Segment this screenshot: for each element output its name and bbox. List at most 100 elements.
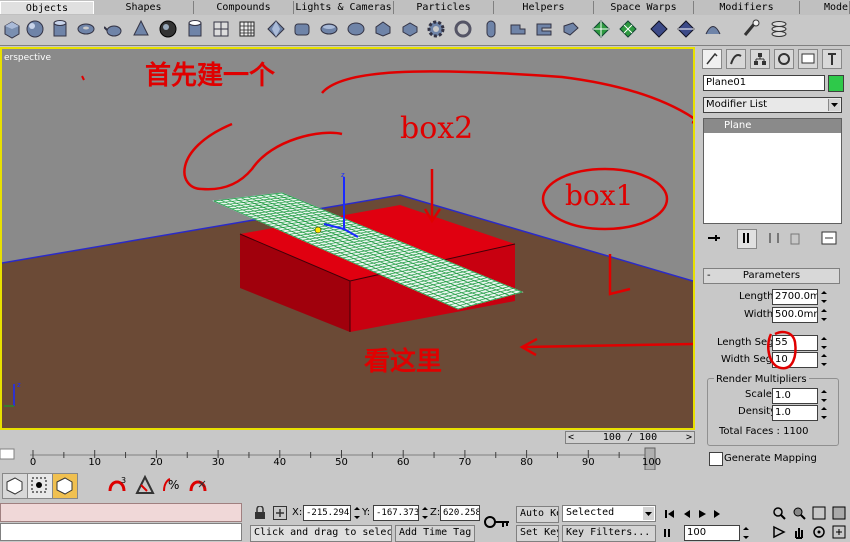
tab-compounds[interactable]: Compounds [194,1,294,14]
modifier-list-dropdown[interactable]: Modifier List [703,97,842,113]
l-ext-icon[interactable] [507,18,529,40]
hedra-icon[interactable] [265,18,287,40]
length-segs-spinner[interactable] [819,336,828,350]
plane-grid-icon[interactable] [236,18,258,40]
play-icon[interactable] [696,508,708,523]
stack-item-plane[interactable]: Plane [704,119,841,133]
c-ext-icon[interactable] [533,18,555,40]
cone-icon[interactable] [130,18,152,40]
percent-snap-icon[interactable]: % [160,473,184,497]
window-crossing-icon[interactable] [52,473,78,499]
set-key-icon[interactable] [483,512,511,535]
generate-mapping-checkbox[interactable] [709,452,723,466]
show-end-result-icon[interactable] [737,229,757,249]
utilities-tab-icon[interactable] [822,49,842,69]
next-key-icon[interactable] [712,508,724,523]
pyramid-icon[interactable] [210,18,232,40]
torus-knot-icon[interactable] [617,18,639,40]
zoom-icon[interactable] [772,506,786,523]
time-slider[interactable]: < 100 / 100 > [565,431,695,444]
prism-icon[interactable] [590,18,612,40]
scale-spinner[interactable] [819,389,828,403]
x-coord-field[interactable]: -215.294 [303,505,351,521]
perspective-viewport[interactable]: z z erspective 首先建一个 box2 box1 看这里 [0,47,695,430]
gengon-icon[interactable] [372,18,394,40]
tab-helpers[interactable]: Helpers [494,1,594,14]
tab-mode[interactable]: Mode [800,1,850,14]
gear-icon[interactable] [425,18,447,40]
spindle-icon[interactable] [399,18,421,40]
pan-hand-icon[interactable] [792,525,806,542]
tab-particles[interactable]: Particles [394,1,494,14]
goto-start-icon[interactable] [664,508,676,523]
set-key-button[interactable]: Set Key [516,525,559,542]
width-segs-spinner[interactable] [819,353,828,367]
tab-lights-cameras[interactable]: Lights & Cameras [294,1,394,14]
track-bar[interactable]: 0 10 20 30 40 50 60 70 80 90 100 [0,446,695,470]
object-color-swatch[interactable] [828,75,844,92]
parameters-header[interactable]: - Parameters [703,268,840,284]
tab-objects[interactable]: Objects [0,1,94,14]
oiltank-icon[interactable] [345,18,367,40]
tube-icon[interactable] [184,18,206,40]
chamfer-cyl-icon[interactable] [318,18,340,40]
box-icon[interactable] [1,18,23,40]
angle-snap-icon[interactable] [133,473,157,497]
create-tab-icon[interactable] [702,49,722,69]
teapot-icon[interactable] [103,18,125,40]
patch-tri-icon[interactable] [675,18,697,40]
key-filters-button[interactable]: Key Filters... [562,525,656,542]
cylinder-icon[interactable] [49,18,71,40]
width-spinner[interactable] [819,308,828,322]
x-coord-spinner[interactable] [352,506,361,520]
modifier-stack[interactable]: Plane [703,118,842,224]
hierarchy-tab-icon[interactable] [750,49,770,69]
current-frame-spinner[interactable] [741,526,750,540]
stack-icon[interactable] [768,18,790,40]
tab-modifiers[interactable]: Modifiers [694,1,800,14]
object-name-field[interactable]: Plane01 [703,75,825,91]
maxscript-input[interactable] [0,523,242,541]
patch-quad-icon[interactable] [648,18,670,40]
add-time-tag-button[interactable]: Add Time Tag [395,525,475,542]
torus-icon[interactable] [75,18,97,40]
density-spinner[interactable] [819,406,828,420]
key-mode-dropdown[interactable]: Selected [562,505,656,522]
absolute-mode-icon[interactable] [273,506,287,520]
pin-stack-icon[interactable] [707,231,721,248]
current-frame-field[interactable]: 100 [684,525,740,541]
auto-key-button[interactable]: Auto Key [516,506,559,523]
prev-key-icon[interactable] [680,508,692,523]
capsule-icon[interactable] [480,18,502,40]
hose-icon[interactable] [452,18,474,40]
make-unique-icon[interactable] [767,231,781,248]
tab-shapes[interactable]: Shapes [94,1,194,14]
modify-tab-icon[interactable] [726,49,746,69]
spinner-snap-icon[interactable] [187,473,211,497]
configure-sets-icon[interactable] [821,231,837,248]
tab-space-warps[interactable]: Space Warps [594,1,694,14]
geosphere-icon[interactable] [157,18,179,40]
select-object-icon[interactable] [2,473,28,499]
length-spinner[interactable] [819,290,828,304]
z-coord-field[interactable]: 620.258 [440,505,480,521]
arc-rotate-icon[interactable] [812,525,826,542]
next-frame-icon[interactable]: > [686,432,692,443]
field-of-view-icon[interactable] [772,525,786,542]
maximize-viewport-icon[interactable] [832,525,846,542]
density-field[interactable]: 1.0 [772,405,818,421]
remove-modifier-icon[interactable] [788,231,802,248]
width-field[interactable]: 500.0mm [772,307,818,323]
zoom-extents-icon[interactable] [812,506,826,523]
motion-tab-icon[interactable] [774,49,794,69]
snap-3d-icon[interactable]: 3 [106,473,130,497]
ringwave-icon[interactable] [560,18,582,40]
length-field[interactable]: 2700.0m [772,289,818,305]
sphere-icon[interactable] [24,18,46,40]
nurbs-icon[interactable] [702,18,724,40]
y-coord-spinner[interactable] [420,506,429,520]
chamfer-box-icon[interactable] [291,18,313,40]
time-config-icon[interactable] [663,527,677,542]
display-tab-icon[interactable] [798,49,818,69]
prev-frame-icon[interactable]: < [568,432,574,443]
